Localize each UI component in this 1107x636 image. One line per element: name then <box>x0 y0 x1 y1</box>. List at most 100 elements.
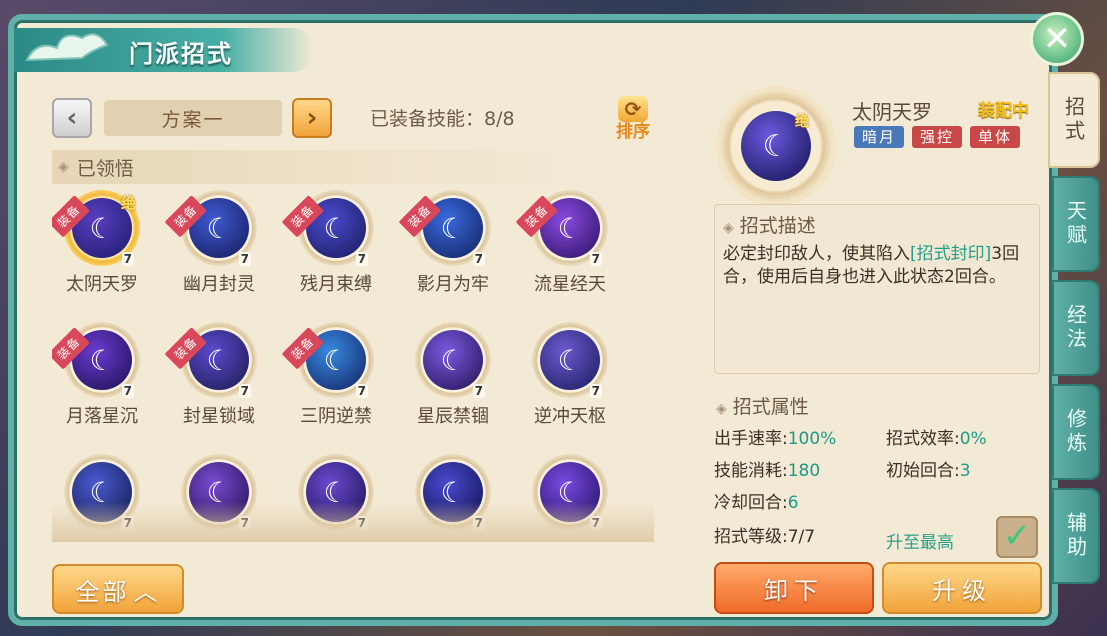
panel-title: 门派招式 <box>129 40 233 68</box>
next-scheme-button[interactable]: › <box>292 98 332 138</box>
seal-status-link[interactable]: [招式封印] <box>910 244 991 264</box>
skill-level: 7 <box>238 384 251 398</box>
skill-name: 影月为牢 <box>417 274 489 295</box>
skill-item[interactable]: ☾ 装备 7 幽月封灵 <box>164 190 269 310</box>
checkmark-icon: ✓ <box>1002 516 1032 556</box>
skill-orb: ☾ 7 <box>415 322 491 398</box>
skill-item[interactable]: ☾ 7 <box>169 454 269 542</box>
skill-item[interactable]: ☾ 7 <box>286 454 386 542</box>
skill-level: 7 <box>355 384 368 398</box>
max-level-checkbox[interactable]: ✓ <box>996 516 1038 558</box>
skill-icon: ☾ <box>306 462 366 522</box>
skill-item[interactable]: ☾ 7 逆冲天枢 <box>520 322 620 442</box>
attr-value: 100% <box>787 429 837 449</box>
upgrade-button[interactable]: 升级 <box>882 562 1042 614</box>
skill-item[interactable]: ☾ 装备绝 7 太阴天罗 <box>52 190 152 310</box>
attr-label: 初始回合: <box>886 461 960 481</box>
attr-cooldown: 冷却回合:6 <box>714 488 799 513</box>
skill-orb: ☾ 装备 7 <box>52 322 140 398</box>
skill-orb: ☾ 7 <box>532 322 608 398</box>
skill-level: 7 <box>121 252 134 266</box>
attr-value: 7/7 <box>787 527 816 547</box>
all-filter-button[interactable]: 全部 ︿ <box>52 564 184 614</box>
learned-label: 已领悟 <box>76 157 134 180</box>
skill-name: 残月束缚 <box>300 274 372 295</box>
skill-item[interactable]: ☾ 装备 7 月落星沉 <box>52 322 152 442</box>
skill-item[interactable]: ☾ 7 <box>52 454 152 542</box>
side-tab[interactable]: 辅助 <box>1052 488 1100 584</box>
skill-name: 幽月封灵 <box>183 274 255 295</box>
skill-item[interactable]: ☾ 装备 7 流星经天 <box>515 190 620 310</box>
unload-button[interactable]: 卸下 <box>714 562 874 614</box>
skill-name: 封星锁域 <box>183 406 255 427</box>
refresh-icon: ⟳ <box>618 96 648 122</box>
learned-section-header: ◈ 已领悟 <box>52 150 572 184</box>
crescent-moon-icon: ☾ 绝 <box>741 111 811 181</box>
skill-orb: ☾ 装备 7 <box>164 322 257 398</box>
skill-list-area: ‹ 方案一 › 已装备技能：8/8 ⟳ 排序 ◈ 已领悟 ☾ 装备绝 7 太阴天罗 ☾ 装… <box>36 78 676 628</box>
skill-name: 太阴天罗 <box>66 274 138 295</box>
attr-label: 出手速率: <box>714 429 788 449</box>
skill-icon: ☾ <box>540 462 600 522</box>
skill-orb: ☾ 装备 7 <box>398 190 491 266</box>
attr-init-round: 初始回合:3 <box>886 456 971 481</box>
prev-scheme-button[interactable]: ‹ <box>52 98 92 138</box>
skill-tag: 单体 <box>970 126 1020 148</box>
attr-label: 招式效率: <box>886 429 960 449</box>
side-tab[interactable]: 招式 <box>1048 72 1100 168</box>
skill-grid: ☾ 装备绝 7 太阴天罗 ☾ 装备 7 幽月封灵 ☾ 装备 7 残月束缚 ☾ 装备 7 影月为牢 ☾ 装备 7 流星经… <box>52 190 654 542</box>
skill-tags: 暗月 强控 单体 <box>854 126 1020 148</box>
diamond-icon: ◈ <box>723 220 734 236</box>
scheme-name[interactable]: 方案一 <box>104 100 282 136</box>
skill-item[interactable]: ☾ 7 星辰禁锢 <box>403 322 503 442</box>
side-tab[interactable]: 天赋 <box>1052 176 1100 272</box>
close-button[interactable]: ✕ <box>1030 12 1084 66</box>
skill-level: 7 <box>472 516 485 530</box>
side-tab[interactable]: 经法 <box>1052 280 1100 376</box>
attr-value: 180 <box>787 461 821 481</box>
chevron-left-icon: ‹ <box>66 103 78 133</box>
skill-name: 逆冲天枢 <box>534 406 606 427</box>
skill-tag: 暗月 <box>854 126 904 148</box>
skill-item[interactable]: ☾ 7 <box>403 454 503 542</box>
skill-item[interactable]: ☾ 装备 7 影月为牢 <box>398 190 503 310</box>
skill-name: 月落星沉 <box>66 406 138 427</box>
skill-orb: ☾ 7 <box>415 454 491 530</box>
skill-name: 三阴逆禁 <box>300 406 372 427</box>
attr-level: 招式等级:7/7 <box>714 522 815 547</box>
skill-orb: ☾ 7 <box>64 454 140 530</box>
skill-orb: ☾ 装备 7 <box>281 322 374 398</box>
skill-tag: 强控 <box>912 126 962 148</box>
diamond-icon: ◈ <box>716 401 727 417</box>
skill-item[interactable]: ☾ 装备 7 三阴逆禁 <box>281 322 386 442</box>
skill-orb: ☾ 7 <box>532 454 608 530</box>
sort-label: 排序 <box>616 122 650 142</box>
skill-name: 星辰禁锢 <box>417 406 489 427</box>
chevron-up-icon: ︿ <box>133 577 161 606</box>
side-tab[interactable]: 修炼 <box>1052 384 1100 480</box>
all-label: 全部 <box>75 577 130 606</box>
skill-level: 7 <box>121 384 134 398</box>
close-icon: ✕ <box>1042 19 1072 59</box>
skill-level: 7 <box>121 516 134 530</box>
skill-item[interactable]: ☾ 装备 7 残月束缚 <box>281 190 386 310</box>
equipped-count: 已装备技能：8/8 <box>370 108 515 130</box>
skill-name: 流星经天 <box>534 274 606 295</box>
skill-level: 7 <box>472 252 485 266</box>
attributes-title: 招式属性 <box>732 396 809 418</box>
skill-level: 7 <box>238 252 251 266</box>
ultimate-mark: 绝 <box>795 114 809 130</box>
sort-button[interactable]: ⟳ 排序 <box>612 96 654 146</box>
cloud-ornament-icon <box>25 33 109 62</box>
description-box: ◈ 招式描述 必定封印敌人，使其陷入[招式封印]3回合，使用后自身也进入此状态2回… <box>714 204 1040 374</box>
attributes-header: ◈ 招式属性 <box>716 392 809 419</box>
attr-effect: 招式效率:0% <box>886 424 987 449</box>
chevron-right-icon: › <box>306 103 318 133</box>
skill-item[interactable]: ☾ 装备 7 封星锁域 <box>164 322 269 442</box>
skill-item[interactable]: ☾ 7 <box>520 454 620 542</box>
description-title: 招式描述 <box>739 215 816 237</box>
skill-orb: ☾ 装备 7 <box>281 190 374 266</box>
attr-cost: 技能消耗:180 <box>714 456 820 481</box>
skill-level: 7 <box>472 384 485 398</box>
skill-icon: ☾ <box>423 330 483 390</box>
